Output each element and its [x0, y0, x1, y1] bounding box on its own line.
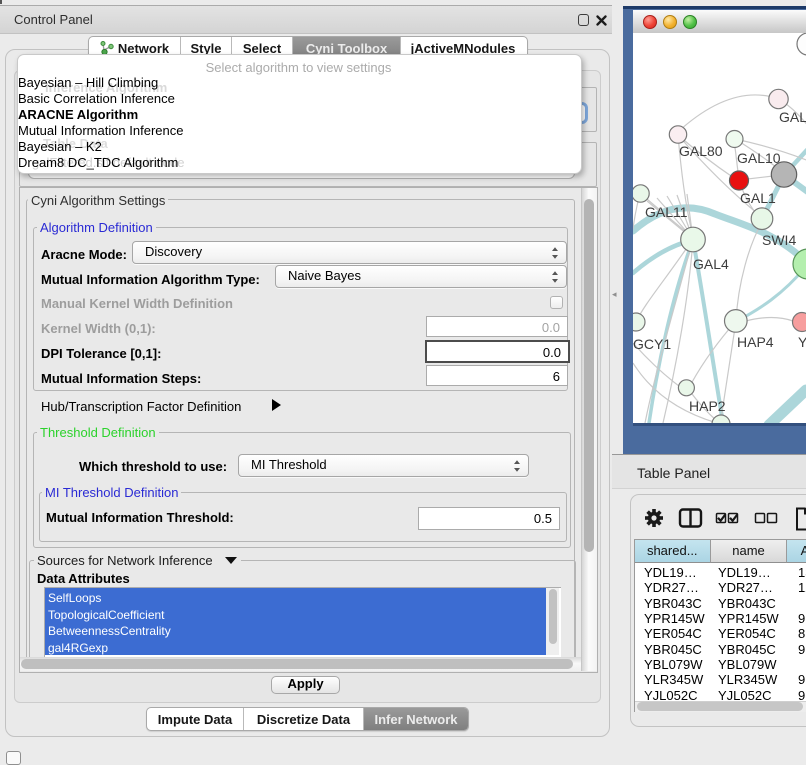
svg-text:GAL11: GAL11	[645, 204, 688, 220]
svg-text:GAL80: GAL80	[679, 143, 723, 159]
svg-text:GCY1: GCY1	[633, 336, 671, 352]
svg-text:GAL10: GAL10	[737, 150, 781, 166]
svg-text:HAP4: HAP4	[737, 334, 774, 350]
svg-text:GAL: GAL	[779, 109, 806, 125]
svg-text:HAP2: HAP2	[689, 398, 726, 414]
svg-text:GAL4: GAL4	[693, 256, 729, 272]
svg-text:GAL1: GAL1	[740, 190, 776, 206]
svg-text:Y: Y	[798, 334, 806, 350]
svg-text:SWI4: SWI4	[762, 232, 796, 248]
